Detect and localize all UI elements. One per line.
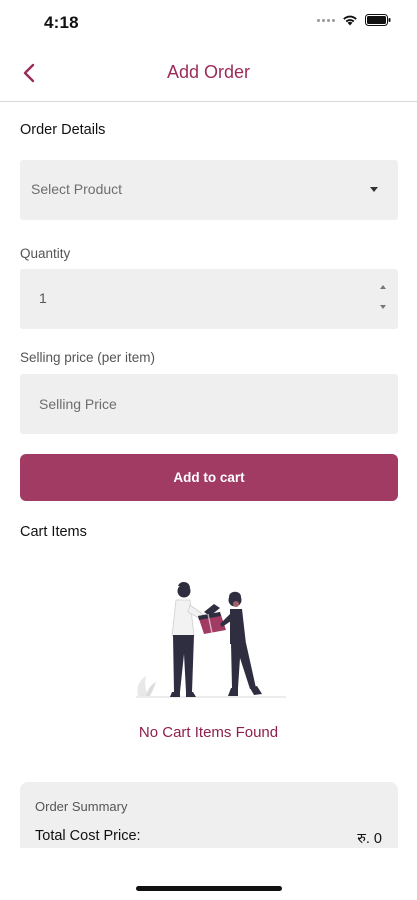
quantity-label: Quantity — [20, 246, 71, 261]
order-details-heading: Order Details — [20, 122, 106, 138]
quantity-stepper[interactable] — [378, 285, 388, 315]
total-cost-value: रु. 0 — [357, 831, 382, 847]
caret-down-icon — [370, 187, 378, 192]
stepper-up-icon[interactable] — [380, 285, 386, 289]
product-select-placeholder: Select Product — [31, 181, 123, 197]
order-summary-title: Order Summary — [35, 799, 128, 814]
status-time: 4:18 — [44, 13, 79, 32]
selling-price-input[interactable]: Selling Price — [20, 374, 398, 434]
total-cost-label: Total Cost Price: — [35, 828, 141, 844]
quantity-value: 1 — [39, 290, 47, 306]
status-icons — [317, 14, 391, 26]
app-header: Add Order — [0, 46, 417, 102]
cart-items-heading: Cart Items — [20, 524, 87, 540]
cellular-signal-icon — [317, 18, 335, 22]
empty-cart-illustration — [136, 582, 286, 698]
add-to-cart-button[interactable]: Add to cart — [20, 454, 398, 501]
stepper-down-icon[interactable] — [380, 305, 386, 309]
product-select[interactable]: Select Product — [20, 160, 398, 220]
order-summary-card: Order Summary Total Cost Price: रु. 0 — [20, 782, 398, 848]
empty-cart-message: No Cart Items Found — [138, 724, 279, 741]
battery-icon — [365, 14, 391, 26]
selling-price-placeholder: Selling Price — [39, 396, 117, 412]
status-bar: 4:18 — [0, 0, 417, 46]
selling-price-label: Selling price (per item) — [20, 350, 156, 365]
quantity-input[interactable]: 1 — [20, 269, 398, 329]
home-indicator — [136, 886, 282, 891]
page-title: Add Order — [166, 62, 251, 82]
wifi-icon — [343, 15, 357, 26]
